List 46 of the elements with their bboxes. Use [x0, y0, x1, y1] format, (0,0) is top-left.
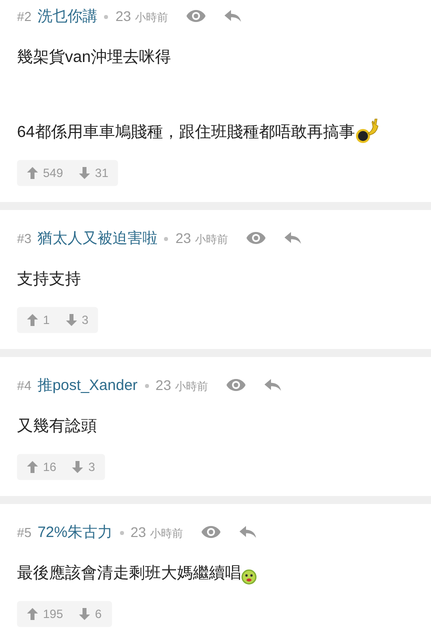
downvote-icon[interactable]: [66, 314, 77, 326]
post-number: #5: [17, 524, 32, 540]
comment-text: 支持支持: [17, 270, 81, 290]
comment-text: 64都係用車車鳩賤種，跟住班賤種都唔敢再搞事: [17, 122, 355, 143]
upvote-count: 195: [43, 607, 64, 621]
reply-icon[interactable]: [238, 525, 257, 539]
comment-text: 又幾有諗頭: [17, 416, 97, 437]
post-time: 23 小時前: [175, 230, 228, 246]
reply-icon[interactable]: [264, 378, 282, 392]
separator-dot: [164, 237, 168, 241]
upvote-count: 16: [43, 460, 56, 474]
post-number: #2: [17, 8, 32, 24]
post-number: #3: [17, 230, 32, 246]
upvote-icon[interactable]: [27, 314, 38, 326]
downvote-count: 3: [82, 313, 88, 327]
username-link[interactable]: 洗乜你講: [37, 6, 98, 26]
upvote-count: 549: [43, 166, 64, 180]
reply-icon[interactable]: [224, 9, 242, 23]
username-link[interactable]: 72%朱古力: [37, 522, 112, 542]
separator-dot: [144, 384, 149, 388]
username-link[interactable]: 猶太人又被迫害啦: [37, 228, 158, 248]
comment-text: 幾架貨van沖埋去咪得: [17, 48, 171, 68]
view-icon[interactable]: [200, 525, 221, 539]
downvote-icon[interactable]: [72, 461, 84, 473]
upvote-icon[interactable]: [27, 167, 38, 179]
separator-dot: [120, 531, 124, 535]
downvote-count: 6: [95, 607, 102, 621]
upvote-count: 1: [43, 313, 50, 327]
downvote-count: 31: [95, 166, 108, 180]
reply-icon[interactable]: [284, 231, 302, 245]
sick-face-icon: [241, 569, 257, 585]
downvote-count: 3: [88, 460, 96, 474]
view-icon[interactable]: [186, 9, 206, 23]
upvote-icon[interactable]: [27, 608, 38, 620]
username-link[interactable]: 推post_Xander: [37, 376, 138, 394]
post-time: 23 小時前: [130, 524, 183, 540]
upvote-icon[interactable]: [27, 461, 38, 473]
view-icon[interactable]: [226, 378, 246, 392]
downvote-icon[interactable]: [79, 608, 90, 620]
post-number: #4: [17, 378, 32, 392]
comment-text: 最後應該會清走剩班大媽繼續唱: [17, 564, 241, 584]
post-time: 23 小時前: [115, 8, 168, 24]
separator-dot: [104, 15, 108, 19]
downvote-icon[interactable]: [79, 167, 90, 179]
view-icon[interactable]: [246, 231, 266, 245]
post-time: 23 小時前: [156, 376, 208, 394]
